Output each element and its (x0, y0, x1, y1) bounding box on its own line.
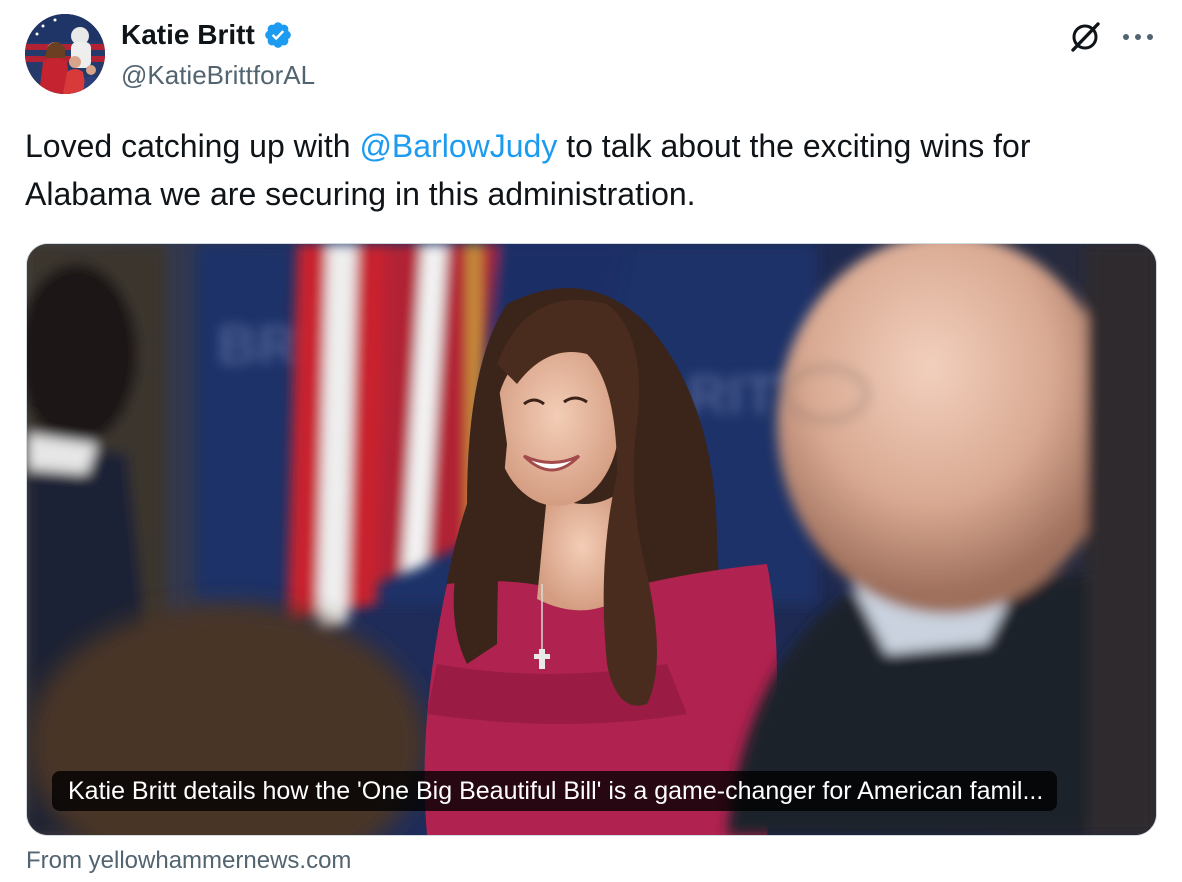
author-name-row: Katie Britt (121, 18, 293, 52)
verified-badge-icon[interactable] (263, 20, 293, 50)
grok-icon[interactable] (1068, 20, 1102, 54)
tweet-text: Loved catching up with @BarlowJudy to ta… (25, 122, 1155, 218)
avatar[interactable] (25, 14, 105, 94)
avatar-image (25, 14, 105, 94)
card-caption: Katie Britt details how the 'One Big Bea… (52, 771, 1058, 811)
link-preview-card[interactable]: BRITT RITT (26, 243, 1157, 836)
more-options-icon[interactable] (1118, 20, 1158, 54)
tweet-text-before: Loved catching up with (25, 128, 360, 164)
card-source-link[interactable]: From yellowhammernews.com (26, 844, 351, 878)
mention-link[interactable]: @BarlowJudy (359, 128, 557, 164)
tweet: Katie Britt @KatieBrittforAL Loved catch… (0, 0, 1182, 882)
author-display-name[interactable]: Katie Britt (121, 18, 255, 52)
card-photo: BRITT RITT (27, 244, 1156, 835)
author-handle[interactable]: @KatieBrittforAL (121, 58, 315, 92)
